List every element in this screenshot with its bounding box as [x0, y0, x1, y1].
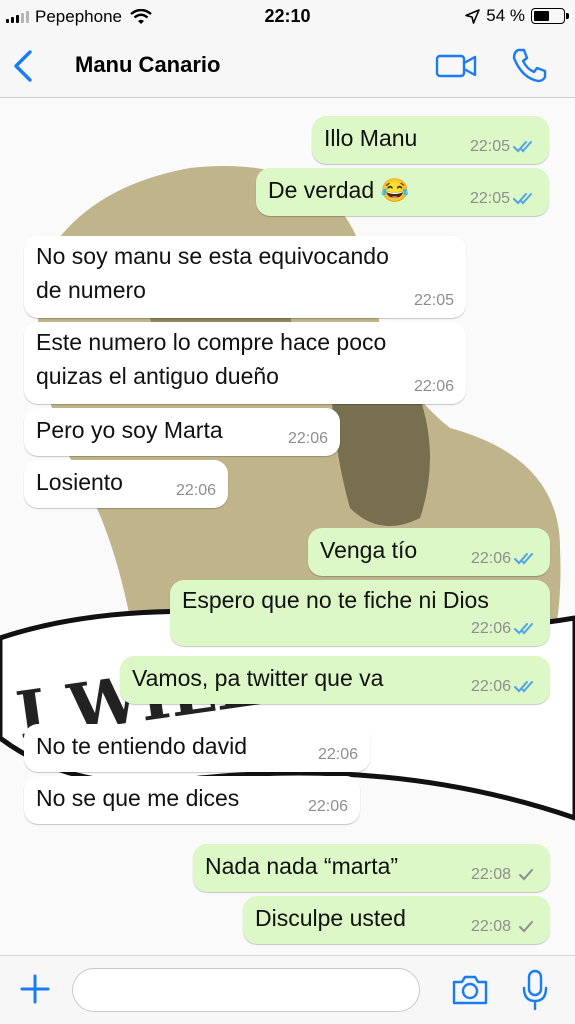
message-time: 22:06	[413, 378, 454, 395]
message-text: No se que me dices	[36, 785, 240, 811]
phone-icon[interactable]	[510, 46, 548, 84]
video-call-icon[interactable]	[434, 50, 478, 82]
message-text: de numero	[36, 277, 146, 303]
incoming-message[interactable]: Losiento 22:06	[24, 460, 228, 508]
message-text: No soy manu se esta equivocando	[36, 243, 389, 269]
message-time: 22:06	[470, 678, 511, 695]
message-time: 22:05	[469, 138, 510, 155]
message-text: Pero yo soy Marta	[36, 417, 223, 443]
message-meta: 22:05	[470, 138, 537, 156]
status-bar: Pepephone 22:10 54 %	[0, 0, 575, 34]
battery-percent: 54 %	[486, 6, 525, 25]
message-time: 22:06	[470, 620, 511, 637]
message-time: 22:06	[317, 746, 358, 763]
message-text: Vamos, pa twitter que va	[132, 665, 384, 691]
read-receipt-icon	[513, 193, 532, 205]
message-meta: 22:06	[288, 430, 328, 448]
message-meta: 22:06	[414, 378, 454, 396]
location-arrow-icon	[465, 8, 481, 24]
message-meta: 22:08	[471, 918, 538, 936]
message-meta: 22:06	[471, 550, 538, 568]
message-meta: 22:05	[414, 292, 454, 310]
message-time: 22:08	[470, 918, 511, 935]
message-time: 22:06	[175, 482, 216, 499]
chevron-left-icon[interactable]	[8, 48, 42, 84]
read-receipt-icon	[514, 623, 533, 635]
message-meta: 22:06	[471, 620, 538, 638]
message-time: 22:06	[307, 798, 348, 815]
message-time: 22:06	[287, 430, 328, 447]
message-time: 22:05	[413, 292, 454, 309]
message-text: Nada nada “marta”	[205, 853, 399, 879]
message-meta: 22:06	[176, 482, 216, 500]
message-time: 22:08	[470, 866, 511, 883]
message-text: quizas el antiguo dueño	[36, 363, 279, 389]
contact-name[interactable]: Manu Canario	[75, 52, 220, 78]
camera-icon[interactable]	[450, 970, 490, 1010]
incoming-message[interactable]: Pero yo soy Marta 22:06	[24, 408, 340, 456]
message-meta: 22:05	[470, 190, 537, 208]
outgoing-message[interactable]: Illo Manu 22:05	[312, 116, 549, 164]
message-text: No te entiendo david	[36, 733, 247, 759]
message-time: 22:05	[469, 190, 510, 207]
incoming-message[interactable]: Este numero lo compre hace poco quizas el…	[24, 322, 466, 404]
message-text: Venga tío	[320, 537, 418, 563]
outgoing-message[interactable]: Disculpe usted 22:08	[243, 896, 550, 944]
outgoing-message[interactable]: De verdad 😂 22:05	[256, 168, 549, 216]
message-text: Illo Manu	[324, 125, 418, 151]
read-receipt-icon	[514, 553, 533, 565]
microphone-icon[interactable]	[520, 968, 550, 1012]
composer-bar	[0, 955, 575, 1024]
message-time: 22:06	[470, 550, 511, 567]
chat-area[interactable]: I WILL Illo Manu22:05De verdad 😂22:05No …	[0, 98, 575, 955]
plus-icon[interactable]	[18, 972, 52, 1006]
message-text: Disculpe usted	[255, 905, 406, 931]
message-meta: 22:06	[471, 678, 538, 696]
incoming-message[interactable]: No se que me dices 22:06	[24, 776, 360, 824]
message-meta: 22:06	[308, 798, 348, 816]
message-text: Losiento	[36, 469, 123, 495]
battery-icon	[531, 8, 569, 24]
outgoing-message[interactable]: Vamos, pa twitter que va 22:06	[120, 656, 550, 704]
outgoing-message[interactable]: Venga tío 22:06	[308, 528, 550, 576]
message-meta: 22:06	[318, 746, 358, 764]
read-receipt-icon	[513, 141, 532, 153]
incoming-message[interactable]: No te entiendo david 22:06	[24, 724, 370, 772]
message-text: De verdad 😂	[268, 177, 410, 203]
read-receipt-icon	[514, 681, 533, 693]
outgoing-message[interactable]: Espero que no te fiche ni Dios 22:06	[170, 580, 550, 646]
delivered-check-icon	[519, 921, 533, 933]
delivered-check-icon	[519, 869, 533, 881]
message-text: Este numero lo compre hace poco	[36, 329, 387, 355]
outgoing-message[interactable]: Nada nada “marta” 22:08	[193, 844, 550, 892]
chat-header: Manu Canario	[0, 34, 575, 98]
incoming-message[interactable]: No soy manu se esta equivocando de numero…	[24, 236, 466, 318]
message-input[interactable]	[72, 968, 420, 1012]
wallpaper-illustration: I WILL	[0, 166, 575, 821]
message-meta: 22:08	[471, 866, 538, 884]
message-text: Espero que no te fiche ni Dios	[182, 587, 489, 613]
